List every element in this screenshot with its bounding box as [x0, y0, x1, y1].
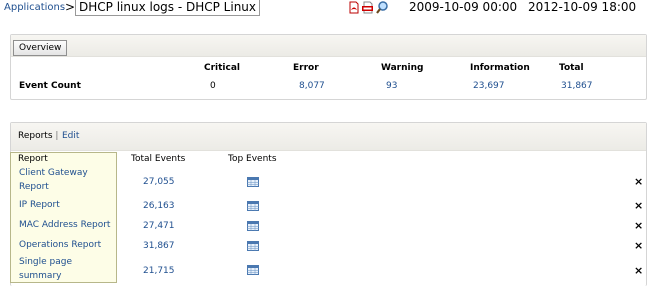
column-header-information: Information: [470, 63, 530, 73]
overview-panel-header: Overview: [11, 35, 646, 57]
error-count-link[interactable]: 8,077: [299, 81, 325, 91]
column-header-critical: Critical: [204, 63, 241, 73]
operations-total-link[interactable]: 31,867: [143, 241, 175, 251]
report-ip[interactable]: IP Report: [19, 198, 114, 212]
top-events-table-icon[interactable]: [247, 177, 259, 187]
remove-report-icon[interactable]: ×: [634, 219, 643, 232]
report-single-page-summary[interactable]: Single page summary: [19, 255, 89, 283]
overview-tab[interactable]: Overview: [13, 40, 68, 56]
remove-report-icon[interactable]: ×: [634, 175, 643, 188]
date-range-end[interactable]: 2012-10-09 18:00: [528, 0, 636, 14]
mac-address-total-link[interactable]: 27,471: [143, 221, 175, 231]
report-list-header: Report: [18, 154, 48, 164]
reports-label: Reports |: [18, 131, 58, 141]
reports-separator: |: [55, 131, 59, 141]
breadcrumb-separator: >: [65, 0, 76, 14]
reports-title: Reports: [18, 131, 53, 141]
report-operations[interactable]: Operations Report: [19, 238, 114, 252]
critical-count: 0: [210, 81, 216, 91]
report-mac-address[interactable]: MAC Address Report: [19, 218, 114, 232]
remove-report-icon[interactable]: ×: [634, 199, 643, 212]
report-list: Report Client Gateway Report IP Report M…: [10, 152, 117, 283]
column-header-error: Error: [293, 63, 319, 73]
csv-icon[interactable]: [362, 1, 374, 14]
date-range-start[interactable]: 2009-10-09 00:00: [409, 0, 517, 14]
search-icon[interactable]: [376, 1, 388, 14]
event-count-label: Event Count: [19, 81, 81, 91]
reports-panel-header: Reports | Edit: [11, 123, 646, 151]
overview-panel: Overview Critical Error Warning Informat…: [10, 34, 647, 100]
pdf-icon[interactable]: [348, 1, 360, 14]
remove-report-icon[interactable]: ×: [634, 239, 643, 252]
top-events-table-icon[interactable]: [247, 241, 259, 251]
top-events-table-icon[interactable]: [247, 201, 259, 211]
breadcrumb-applications-link[interactable]: Applications: [4, 2, 65, 13]
breadcrumb-title-select[interactable]: DHCP linux logs - DHCP Linux: [75, 0, 261, 16]
total-count-link[interactable]: 31,867: [561, 81, 593, 91]
column-header-total-events: Total Events: [131, 154, 186, 164]
top-bar: Applications > DHCP linux logs - DHCP Li…: [0, 0, 657, 16]
report-client-gateway[interactable]: Client Gateway Report: [19, 166, 114, 194]
ip-total-link[interactable]: 26,163: [143, 201, 175, 211]
column-header-top-events: Top Events: [228, 154, 277, 164]
column-header-warning: Warning: [381, 63, 424, 73]
single-page-summary-total-link[interactable]: 21,715: [143, 266, 175, 276]
remove-report-icon[interactable]: ×: [634, 264, 643, 277]
client-gateway-total-link[interactable]: 27,055: [143, 177, 175, 187]
column-header-total: Total: [559, 63, 584, 73]
reports-edit-link[interactable]: Edit: [62, 131, 79, 141]
top-events-table-icon[interactable]: [247, 221, 259, 231]
top-events-table-icon[interactable]: [247, 265, 259, 275]
warning-count-link[interactable]: 93: [386, 81, 397, 91]
information-count-link[interactable]: 23,697: [473, 81, 505, 91]
